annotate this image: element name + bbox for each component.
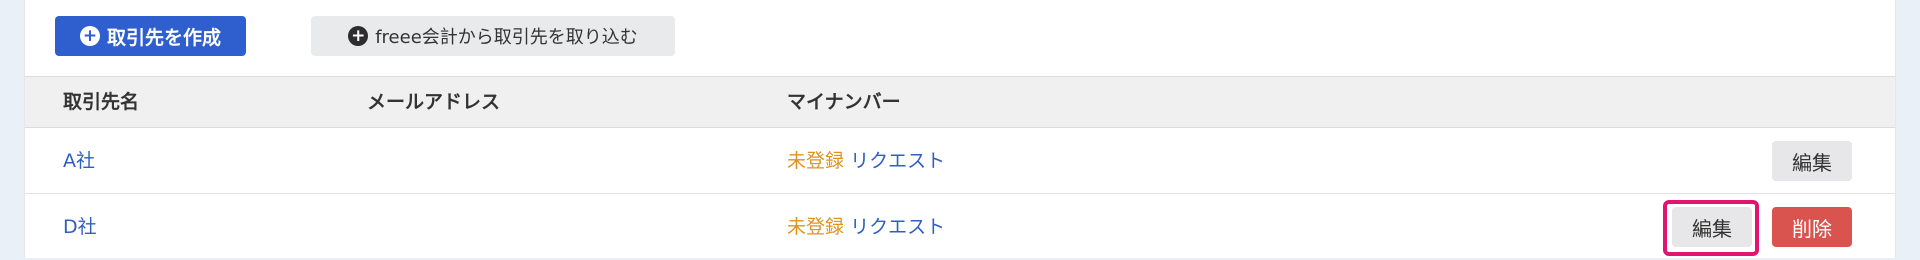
table-header: 取引先名 メールアドレス マイナンバー [25,76,1895,128]
edit-button[interactable]: 編集 [1772,141,1852,181]
create-client-button[interactable]: + 取引先を作成 [55,16,246,56]
mynumber-status: 未登録 [787,216,845,238]
table-row: A社 未登録 リクエスト 編集 [25,128,1895,194]
clients-panel: + 取引先を作成 + freee会計から取引先を取り込む 取引先名 メールアドレ… [24,0,1896,258]
plus-circle-icon: + [348,26,369,46]
plus-circle-icon: + [79,26,100,46]
column-header-client-name: 取引先名 [63,91,140,113]
edit-button[interactable]: 編集 [1672,207,1752,247]
mynumber-status: 未登録 [787,150,845,172]
delete-button[interactable]: 削除 [1772,207,1852,247]
mynumber-request-link[interactable]: リクエスト [850,150,945,172]
import-from-freee-label: freee会計から取引先を取り込む [375,27,638,48]
column-header-email: メールアドレス [367,91,501,113]
mynumber-cell: 未登録 リクエスト [787,128,945,194]
mynumber-cell: 未登録 リクエスト [787,194,945,260]
mynumber-request-link[interactable]: リクエスト [850,216,945,238]
table-row: D社 未登録 リクエスト 編集 削除 [25,194,1895,260]
import-from-freee-button[interactable]: + freee会計から取引先を取り込む [311,16,675,56]
column-header-mynumber: マイナンバー [787,91,901,113]
client-name-link[interactable]: A社 [63,128,95,194]
client-name-link[interactable]: D社 [63,194,97,260]
create-client-label: 取引先を作成 [106,26,221,49]
